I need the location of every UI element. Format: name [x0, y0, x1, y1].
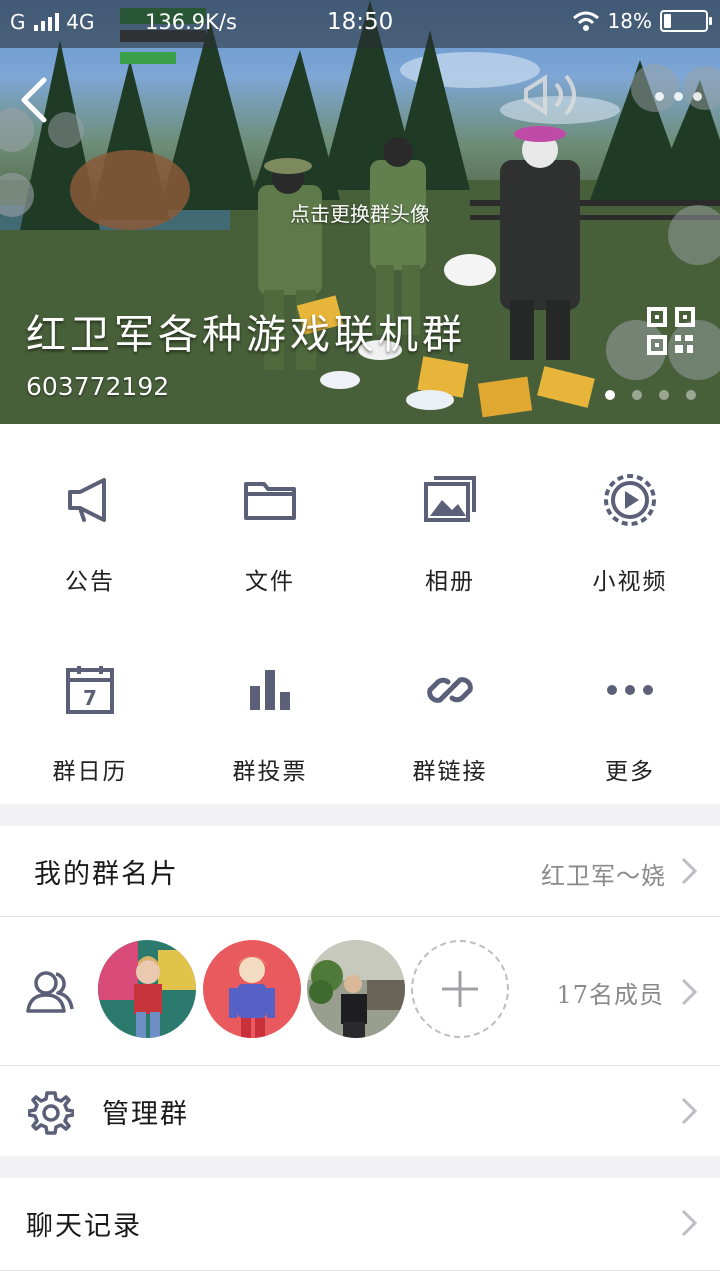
dot-icon: [693, 92, 702, 101]
feature-more[interactable]: 更多: [540, 614, 720, 804]
chat-history-row[interactable]: 聊天记录: [0, 1178, 720, 1280]
carousel-dot: [659, 390, 669, 400]
manage-group-row[interactable]: 管理群: [0, 1066, 720, 1156]
gear-icon: [28, 1091, 74, 1135]
dot-icon: [655, 92, 664, 101]
carrier-label: G: [10, 10, 26, 34]
my-group-card-row[interactable]: 我的群名片 红卫军～娆: [0, 826, 720, 916]
feature-label: 文件: [245, 569, 295, 595]
carousel-indicator: [605, 390, 696, 400]
feature-files[interactable]: 文件: [180, 424, 360, 614]
folder-icon: [244, 482, 296, 520]
members-icon: [26, 971, 74, 1013]
change-avatar-hint[interactable]: 点击更换群头像: [0, 198, 720, 227]
calendar-day: 7: [83, 686, 97, 710]
battery-fill: [664, 14, 671, 28]
feature-label: 公告: [65, 569, 115, 595]
feature-link[interactable]: 群链接: [360, 614, 540, 804]
photo-album-icon: [424, 476, 476, 522]
megaphone-icon: [68, 478, 106, 522]
avatar-image: [203, 940, 301, 1038]
bar-chart-icon: [250, 670, 290, 710]
feature-vote[interactable]: 群投票: [180, 614, 360, 804]
feature-label: 小视频: [592, 569, 668, 595]
row-label: 管理群: [102, 1099, 189, 1130]
carousel-dot: [686, 390, 696, 400]
avatar-image: [307, 940, 405, 1038]
chevron-right-icon: [681, 1209, 698, 1237]
avatar-image: [98, 940, 196, 1038]
link-icon: [427, 677, 473, 703]
group-name: 红卫军各种游戏联机群: [26, 312, 466, 358]
member-avatar[interactable]: [307, 940, 405, 1038]
chevron-right-icon: [681, 1097, 698, 1125]
row-label: 我的群名片: [34, 859, 179, 890]
feature-label: 群日历: [52, 759, 128, 785]
group-id: 603772192: [26, 372, 170, 401]
feature-announcement[interactable]: 公告: [0, 424, 180, 614]
row-label: 聊天记录: [26, 1211, 142, 1242]
carousel-dot: [605, 390, 615, 400]
member-count: 17名成员: [556, 981, 664, 1009]
network-type: 4G: [66, 10, 95, 34]
chevron-right-icon: [681, 857, 698, 885]
more-icon: [607, 685, 653, 695]
battery-percent: 18%: [607, 9, 652, 33]
status-right: 18%: [572, 9, 712, 33]
qr-code-icon[interactable]: [646, 306, 696, 356]
clock: 18:50: [327, 9, 394, 35]
feature-calendar[interactable]: 7 群日历: [0, 614, 180, 804]
chevron-right-icon: [681, 978, 698, 1006]
member-avatar[interactable]: [203, 940, 301, 1038]
network-speed: 136.9K/s: [145, 10, 237, 34]
feature-grid: 公告 文件 相册 小视频 7 群日历 群投票 群链接 更多: [0, 424, 720, 804]
add-member-button[interactable]: [411, 940, 509, 1038]
feature-label: 群链接: [412, 759, 488, 785]
calendar-icon: 7: [66, 666, 114, 714]
feature-label: 群投票: [232, 759, 308, 785]
feature-album[interactable]: 相册: [360, 424, 540, 614]
my-nickname: 红卫军～娆: [541, 862, 666, 890]
feature-label: 相册: [425, 569, 475, 595]
plus-icon: [442, 971, 478, 1007]
feature-short-video[interactable]: 小视频: [540, 424, 720, 614]
signal-bars-icon: [33, 13, 59, 31]
group-banner[interactable]: G 4G 136.9K/s 18:50 18% 点击更换群头像 红卫军各种游戏联…: [0, 0, 720, 424]
carousel-dot: [632, 390, 642, 400]
more-menu-button[interactable]: [655, 92, 702, 101]
feature-label: 更多: [605, 759, 655, 785]
group-profile-page: G 4G 136.9K/s 18:50 18% 点击更换群头像 红卫军各种游戏联…: [0, 0, 720, 1280]
back-arrow-icon[interactable]: [14, 76, 54, 124]
dot-icon: [674, 92, 683, 101]
battery-icon: [660, 10, 712, 32]
signal-indicator: G 4G: [10, 10, 94, 34]
status-bar: G 4G 136.9K/s 18:50 18%: [0, 0, 720, 48]
divider: [0, 1270, 720, 1271]
wifi-icon: [572, 11, 599, 31]
video-icon: [604, 474, 656, 526]
members-row[interactable]: 17名成员: [0, 917, 720, 1065]
member-avatar[interactable]: [98, 940, 196, 1038]
